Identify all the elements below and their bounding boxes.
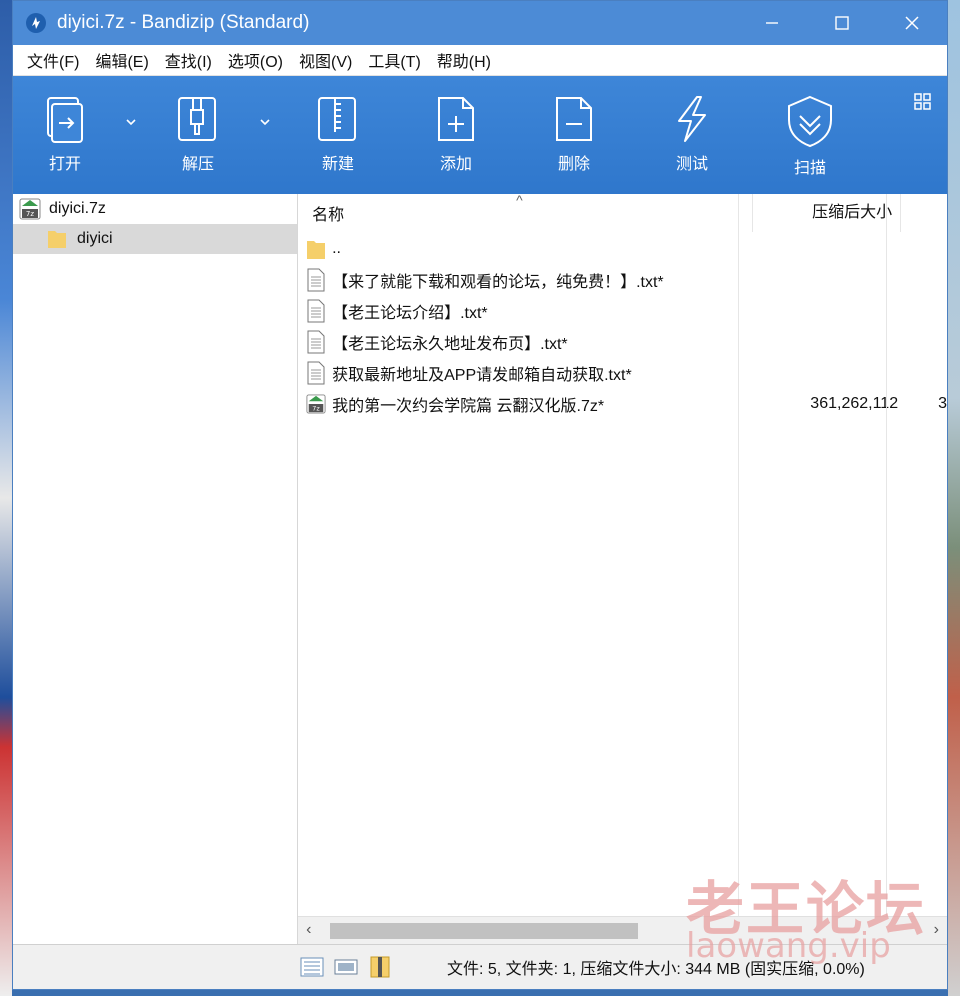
file-row[interactable]: 【老王论坛介绍】.txt* — [298, 295, 947, 326]
scan-label: 扫描 — [793, 160, 826, 177]
menu-tools[interactable]: 工具(T) — [360, 48, 428, 72]
archive-info-button[interactable] — [365, 954, 395, 980]
close-icon — [905, 16, 919, 30]
file-row[interactable]: .. — [298, 233, 947, 264]
grid-icon — [914, 93, 931, 110]
file-next-column: 3 — [938, 394, 947, 412]
maximize-button[interactable] — [807, 1, 877, 45]
file-size: 361,262,112 — [810, 394, 899, 412]
maximize-icon — [835, 16, 849, 30]
tree-item-folder[interactable]: diyici — [13, 224, 298, 254]
file-name: 【来了就能下载和观看的论坛，纯免费！】.txt* — [332, 273, 664, 291]
parent-folder-icon — [307, 240, 326, 259]
tree-item-archive[interactable]: 7z diyici.7z — [13, 194, 297, 224]
minimize-icon — [766, 22, 778, 24]
test-label: 测试 — [675, 156, 708, 173]
file-name: 【老王论坛介绍】.txt* — [332, 304, 488, 322]
7z-archive-icon: 7z — [306, 393, 326, 414]
extract-button[interactable]: 解压 — [158, 94, 238, 189]
text-file-icon — [307, 268, 325, 291]
layout-toggle-button[interactable] — [913, 92, 933, 117]
svg-text:7z: 7z — [312, 405, 320, 412]
preview-icon — [334, 959, 358, 975]
svg-text:7z: 7z — [26, 210, 34, 218]
zipper-icon — [178, 97, 216, 141]
sort-ascending-icon: ^ — [516, 192, 523, 208]
menu-edit[interactable]: 编辑(E) — [87, 48, 156, 72]
new-archive-icon — [318, 97, 356, 141]
folder-icon — [48, 231, 66, 248]
test-button[interactable]: 测试 — [652, 94, 732, 189]
details-view-button[interactable] — [297, 954, 327, 980]
add-label: 添加 — [439, 156, 472, 173]
list-view-icon — [300, 957, 324, 977]
menu-find[interactable]: 查找(I) — [157, 48, 220, 72]
minimize-button[interactable] — [737, 1, 807, 45]
bandizip-window: diyici.7z - Bandizip (Standard) 文件(F) 编辑… — [12, 0, 948, 990]
file-rows: .. 【来了就能下载和观看的论坛，纯免费！】.txt* 【老王论坛介绍】.txt* 【… — [298, 233, 947, 419]
column-name[interactable]: 名称 — [298, 201, 752, 225]
open-label: 打开 — [48, 156, 81, 173]
close-button[interactable] — [877, 1, 947, 45]
archive-book-icon — [370, 956, 390, 978]
open-dropdown-icon[interactable] — [123, 114, 139, 130]
file-name: .. — [332, 239, 341, 257]
window-title: diyici.7z - Bandizip (Standard) — [57, 12, 310, 33]
menu-help[interactable]: 帮助(H) — [429, 48, 499, 72]
bandizip-app-icon — [25, 12, 47, 34]
title-bar[interactable]: diyici.7z - Bandizip (Standard) — [13, 1, 947, 45]
lightning-icon — [678, 96, 706, 142]
tree-item-archive-label: diyici.7z — [49, 200, 106, 217]
watermark-url: laowang.vip — [686, 926, 891, 966]
scan-button[interactable]: 扫描 — [770, 94, 850, 189]
add-file-icon — [438, 97, 474, 141]
text-file-icon — [307, 361, 325, 384]
file-name: 【老王论坛永久地址发布页】.txt* — [332, 335, 568, 353]
open-button[interactable]: 打开 — [25, 94, 105, 189]
7z-archive-icon: 7z — [19, 198, 41, 220]
text-file-icon — [307, 330, 325, 353]
file-list: ^ 名称 压缩后大小 .. 【来了就能下载和观看的论坛，纯免费！】.txt* 【老王… — [298, 192, 947, 945]
column-divider — [886, 194, 888, 917]
tree-item-folder-label: diyici — [77, 230, 113, 247]
file-row[interactable]: 7z 我的第一次约会学院篇 云翻汉化版.7z* 361,262,112 3 — [298, 388, 947, 419]
file-name: 获取最新地址及APP请发邮箱自动获取.txt* — [332, 366, 632, 384]
menu-bar: 文件(F) 编辑(E) 查找(I) 选项(O) 视图(V) 工具(T) 帮助(H… — [13, 45, 947, 76]
column-divider — [738, 194, 740, 917]
new-label: 新建 — [321, 156, 354, 173]
preview-view-button[interactable] — [331, 954, 361, 980]
scrollbar-thumb[interactable] — [330, 923, 639, 939]
file-row[interactable]: 【来了就能下载和观看的论坛，纯免费！】.txt* — [298, 264, 947, 295]
menu-file[interactable]: 文件(F) — [19, 48, 87, 72]
desktop-background-right — [948, 0, 960, 996]
new-button[interactable]: 新建 — [298, 94, 378, 189]
menu-view[interactable]: 视图(V) — [291, 48, 360, 72]
delete-file-icon — [556, 97, 592, 141]
folder-tree: 7z diyici.7z diyici — [13, 194, 299, 945]
column-compressed-size[interactable]: 压缩后大小 — [752, 194, 900, 232]
main-content: 7z diyici.7z diyici ^ 名称 压缩后大小 .. 【来了就能下载… — [13, 192, 947, 945]
shield-icon — [788, 95, 832, 148]
scroll-right-icon[interactable]: › — [934, 921, 939, 939]
file-row[interactable]: 【老王论坛永久地址发布页】.txt* — [298, 326, 947, 357]
toolbar: 打开 解压 新建 添加 删除 测试 扫描 — [13, 76, 947, 194]
column-next[interactable] — [900, 194, 947, 232]
column-header: ^ 名称 压缩后大小 — [298, 192, 947, 233]
extract-label: 解压 — [181, 156, 214, 173]
delete-label: 删除 — [557, 156, 590, 173]
delete-button[interactable]: 删除 — [534, 94, 614, 189]
desktop-background-left — [0, 0, 12, 996]
menu-options[interactable]: 选项(O) — [220, 48, 291, 72]
text-file-icon — [307, 299, 325, 322]
add-button[interactable]: 添加 — [416, 94, 496, 189]
open-icon — [47, 97, 83, 143]
file-name: 我的第一次约会学院篇 云翻汉化版.7z* — [332, 397, 605, 415]
scroll-left-icon[interactable]: ‹ — [306, 921, 311, 939]
file-row[interactable]: 获取最新地址及APP请发邮箱自动获取.txt* — [298, 357, 947, 388]
extract-dropdown-icon[interactable] — [257, 114, 273, 130]
